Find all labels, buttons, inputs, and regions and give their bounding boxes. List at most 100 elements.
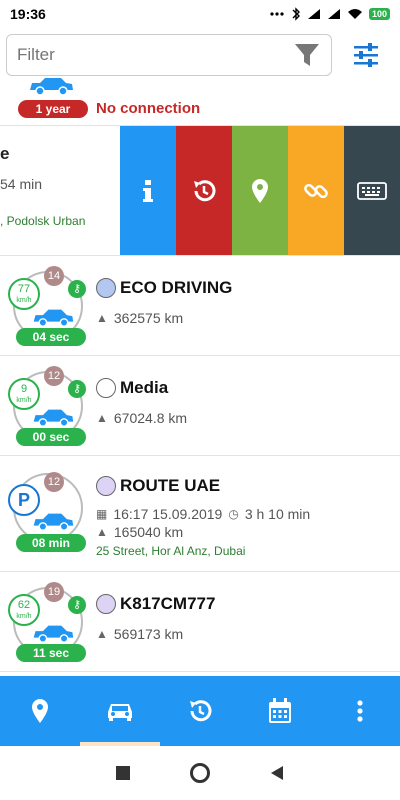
mileage: ▲ 569173 km <box>96 626 183 642</box>
mileage: ▲ 67024.8 km <box>96 410 187 426</box>
recents-button[interactable] <box>116 766 130 780</box>
status-icons: 100 <box>269 7 390 21</box>
list-item[interactable]: 19 ⚷ 62 km/h 11 sec K817CM777 ▲ 569173 k… <box>0 572 400 672</box>
satellite-count: 19 <box>44 582 64 602</box>
parking-label: P <box>17 490 30 510</box>
time-badge: 00 sec <box>16 428 86 446</box>
more-vertical-icon <box>357 700 363 722</box>
time-badge: 04 sec <box>16 328 86 346</box>
battery-badge: 100 <box>368 8 390 20</box>
funnel-icon[interactable] <box>293 41 321 69</box>
car-icon <box>108 704 132 721</box>
list-item[interactable]: 1 year No connection <box>0 78 400 126</box>
status-dot <box>96 278 116 298</box>
time-badge: 1 year <box>18 100 88 118</box>
time-badge: 11 sec <box>16 644 86 662</box>
status-dot <box>96 594 116 614</box>
bottom-nav <box>0 676 400 746</box>
road-icon: ▲ <box>96 411 108 425</box>
home-button[interactable] <box>190 763 210 783</box>
time-badge: 08 min <box>16 534 86 552</box>
mileage-value: 165040 km <box>113 524 184 540</box>
history-icon <box>190 700 212 722</box>
keyboard-icon <box>357 182 387 200</box>
list-item[interactable]: 12 P 08 min ROUTE UAE ▦ 16:17 15.09.2019… <box>0 456 400 572</box>
road-icon: ▲ <box>96 525 108 539</box>
location-pin-icon <box>252 179 268 203</box>
signal-icon <box>327 9 340 19</box>
history-icon <box>194 180 216 202</box>
car-icon <box>33 309 74 327</box>
vehicle-name-fragment: e <box>0 144 10 163</box>
mileage: ▲ 165040 km <box>96 524 183 540</box>
speed-value: 77 <box>17 283 31 295</box>
calendar-icon <box>269 698 291 723</box>
nav-vehicles[interactable] <box>80 676 160 746</box>
swiped-list-item[interactable]: e 54 min , Podolsk Urban <box>0 126 400 256</box>
status-dot <box>96 476 116 496</box>
list-item[interactable]: 12 ⚷ 9 km/h 00 sec Media ▲ 67024.8 km <box>0 356 400 456</box>
car-icon <box>33 513 74 531</box>
system-nav-bar <box>0 746 400 800</box>
nav-calendar[interactable] <box>240 676 320 746</box>
nav-map[interactable] <box>0 676 80 746</box>
back-button[interactable] <box>270 765 284 781</box>
mileage-value: 67024.8 km <box>113 410 188 426</box>
bluetooth-icon <box>292 7 300 21</box>
sliders-icon <box>354 43 378 67</box>
speed-value: 9 <box>20 383 28 395</box>
vehicle-name: K817CM777 <box>120 594 216 613</box>
status-time: 19:36 <box>10 6 46 22</box>
satellite-count: 12 <box>44 472 64 492</box>
dots-icon <box>270 12 284 16</box>
swipe-actions <box>120 126 400 255</box>
nav-history[interactable] <box>160 676 240 746</box>
location-button[interactable] <box>232 126 288 255</box>
parking-date: 16:17 15.09.2019 <box>113 506 223 522</box>
speed-unit: km/h <box>16 397 32 404</box>
road-icon: ▲ <box>96 311 108 325</box>
calendar-icon: ▦ <box>96 507 108 521</box>
mileage: ▲ 362575 km <box>96 310 183 326</box>
link-button[interactable] <box>288 126 344 255</box>
address-fragment: , Podolsk Urban <box>0 214 86 228</box>
mileage-value: 569173 km <box>113 626 184 642</box>
satellite-count: 12 <box>44 366 64 386</box>
history-button[interactable] <box>176 126 232 255</box>
car-icon <box>30 78 73 96</box>
wifi-icon <box>347 9 362 19</box>
nav-more[interactable] <box>320 676 400 746</box>
speed-unit: km/h <box>16 297 32 304</box>
clock-icon: ◷ <box>228 507 239 521</box>
ignition-icon: ⚷ <box>68 280 86 298</box>
vehicle-name: Media <box>120 378 169 397</box>
location-pin-icon <box>32 699 48 723</box>
command-button[interactable] <box>344 126 400 255</box>
status-bar: 19:36 100 <box>0 0 400 28</box>
info-button[interactable] <box>120 126 176 255</box>
filter-row <box>0 32 400 78</box>
vehicle-address: 25 Street, Hor Al Anz, Dubai <box>96 544 246 558</box>
vehicle-name: ROUTE UAE <box>120 476 221 495</box>
list-item[interactable]: 14 ⚷ 77 km/h 04 sec ECO DRIVING ▲ 362575… <box>0 256 400 356</box>
signal-icon <box>307 9 320 19</box>
mileage-value: 362575 km <box>113 310 184 326</box>
speed-value: 62 <box>17 599 31 611</box>
info-icon <box>143 180 153 202</box>
satellite-count: 14 <box>44 266 64 286</box>
car-icon <box>33 625 74 643</box>
speed-unit: km/h <box>16 613 32 620</box>
connection-status: No connection <box>96 100 201 117</box>
duration-fragment: 54 min <box>0 176 43 192</box>
settings-button[interactable] <box>346 35 386 75</box>
vehicle-name: ECO DRIVING <box>120 278 233 297</box>
filter-box <box>6 34 332 76</box>
ignition-icon: ⚷ <box>68 380 86 398</box>
parking-time: ▦ 16:17 15.09.2019 ◷ 3 h 10 min <box>96 506 310 522</box>
ignition-icon: ⚷ <box>68 596 86 614</box>
parking-duration: 3 h 10 min <box>244 506 311 522</box>
link-icon <box>304 183 328 199</box>
car-icon <box>33 409 74 427</box>
status-dot <box>96 378 116 398</box>
filter-input[interactable] <box>17 45 293 65</box>
